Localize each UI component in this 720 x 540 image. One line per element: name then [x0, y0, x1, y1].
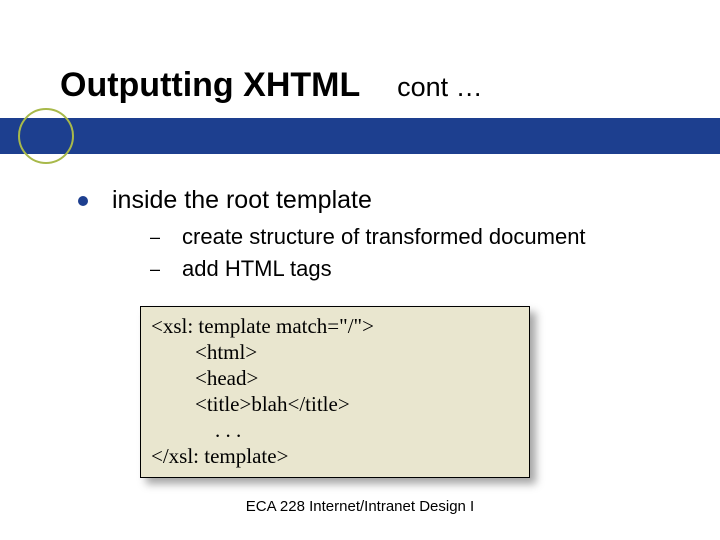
- code-line: <title>blah</title>: [151, 391, 519, 417]
- code-example-box: <xsl: template match="/"> <html> <head> …: [140, 306, 530, 478]
- slide: Outputting XHTML cont … inside the root …: [0, 0, 720, 540]
- slide-body: inside the root template – create struct…: [78, 186, 678, 283]
- code-line: <html>: [151, 339, 519, 365]
- code-line: </xsl: template>: [151, 443, 519, 469]
- slide-footer: ECA 228 Internet/Intranet Design I: [0, 498, 720, 515]
- code-line: <head>: [151, 365, 519, 391]
- code-line: . . .: [151, 417, 519, 443]
- title-accent-bar: [0, 118, 720, 154]
- title-main: Outputting XHTML: [60, 66, 360, 104]
- dash-icon: –: [150, 255, 160, 283]
- bullet-l2a-text: create structure of transformed document: [182, 223, 586, 251]
- title-accent-circle: [18, 108, 74, 164]
- bullet-level-2: – create structure of transformed docume…: [150, 223, 678, 251]
- bullet-level-1: inside the root template: [78, 186, 678, 215]
- dash-icon: –: [150, 223, 160, 251]
- code-line: <xsl: template match="/">: [151, 313, 519, 339]
- bullet-icon: [78, 196, 88, 206]
- slide-title: Outputting XHTML cont …: [60, 66, 483, 105]
- bullet-level-2: – add HTML tags: [150, 255, 678, 283]
- bullet-l1-text: inside the root template: [112, 186, 372, 215]
- bullet-l2b-text: add HTML tags: [182, 255, 332, 283]
- title-continuation: cont …: [397, 72, 483, 102]
